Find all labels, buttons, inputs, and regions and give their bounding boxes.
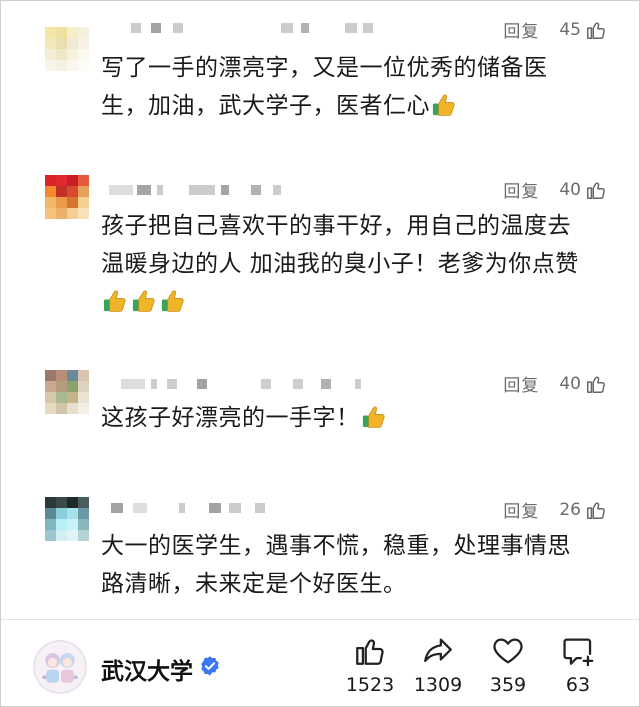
comment-stat[interactable]: 63 — [543, 634, 613, 696]
like-count: 40 — [559, 179, 581, 200]
thumbs-up-emoji-icon — [161, 290, 184, 312]
username-blurred[interactable] — [105, 503, 285, 517]
thumbs-up-emoji-icon — [432, 94, 455, 116]
reply-button[interactable]: 回复 — [503, 177, 539, 202]
like-count: 45 — [559, 19, 581, 40]
thumb-up-icon[interactable] — [585, 499, 607, 521]
comment-text: 这孩子好漂亮的一手字！ — [101, 399, 601, 437]
comment-add-icon — [563, 638, 594, 667]
account-avatar[interactable] — [33, 640, 87, 694]
favorite-stat[interactable]: 359 — [473, 634, 543, 696]
username-blurred[interactable] — [105, 23, 375, 37]
comment-actions: 回复 40 — [503, 177, 607, 202]
comment-line: 写了一手的漂亮字，又是一位优秀的储备医 — [101, 55, 548, 81]
bottom-action-bar: 武汉大学 1523 1309 359 63 — [1, 619, 639, 706]
share-arrow-icon — [424, 638, 452, 663]
thumb-up-icon[interactable] — [585, 179, 607, 201]
comment-line: 大一的医学生，遇事不慌，稳重，处理事情思 — [101, 533, 571, 559]
thumbs-up-emoji-icon — [103, 290, 126, 312]
favorite-count: 359 — [489, 674, 527, 696]
heart-icon — [493, 638, 523, 664]
thumb-up-icon — [356, 639, 384, 665]
like-count: 26 — [559, 499, 581, 520]
like-count: 40 — [559, 373, 581, 394]
comment-line: 温暖身边的人 加油我的臭小子！老爹为你点赞 — [101, 251, 579, 277]
thumb-up-icon[interactable] — [585, 373, 607, 395]
account-name[interactable]: 武汉大学 — [101, 652, 193, 686]
avatar[interactable] — [45, 175, 89, 219]
reply-button[interactable]: 回复 — [503, 17, 539, 42]
comment-actions: 回复 45 — [503, 17, 607, 42]
comment-line: 生，加油，武大学子，医者仁心 — [101, 93, 430, 119]
account-avatar-image — [36, 643, 84, 691]
like-count: 1523 — [345, 674, 395, 696]
comment-panel: 回复 45 写了一手的漂亮字，又是一位优秀的储备医 生，加油，武大学子，医者仁心… — [0, 0, 640, 707]
comment-actions: 回复 26 — [503, 497, 607, 522]
comment-text: 写了一手的漂亮字，又是一位优秀的储备医 生，加油，武大学子，医者仁心 — [101, 49, 601, 125]
reply-button[interactable]: 回复 — [503, 497, 539, 522]
avatar[interactable] — [45, 497, 89, 541]
share-stat[interactable]: 1309 — [403, 634, 473, 696]
thumbs-up-emoji-icon — [132, 290, 155, 312]
like-stat[interactable]: 1523 — [335, 634, 405, 696]
comment-line: 路清晰，未来定是个好医生。 — [101, 571, 407, 597]
username-blurred[interactable] — [105, 185, 305, 199]
avatar[interactable] — [45, 27, 89, 71]
comment-actions: 回复 40 — [503, 371, 607, 396]
comment-text: 大一的医学生，遇事不慌，稳重，处理事情思 路清晰，未来定是个好医生。 — [101, 527, 601, 603]
comment-count: 63 — [565, 674, 591, 696]
thumbs-up-emoji-icon — [362, 406, 385, 428]
reply-button[interactable]: 回复 — [503, 371, 539, 396]
share-count: 1309 — [413, 674, 463, 696]
avatar[interactable] — [45, 370, 89, 414]
thumb-up-icon[interactable] — [585, 19, 607, 41]
comment-line: 这孩子好漂亮的一手字！ — [101, 405, 360, 431]
comment-line: 孩子把自己喜欢干的事干好，用自己的温度去 — [101, 213, 571, 239]
verified-check-icon — [201, 656, 219, 676]
comment-text: 孩子把自己喜欢干的事干好，用自己的温度去 温暖身边的人 加油我的臭小子！老爹为你… — [101, 207, 601, 321]
username-blurred[interactable] — [105, 379, 405, 393]
